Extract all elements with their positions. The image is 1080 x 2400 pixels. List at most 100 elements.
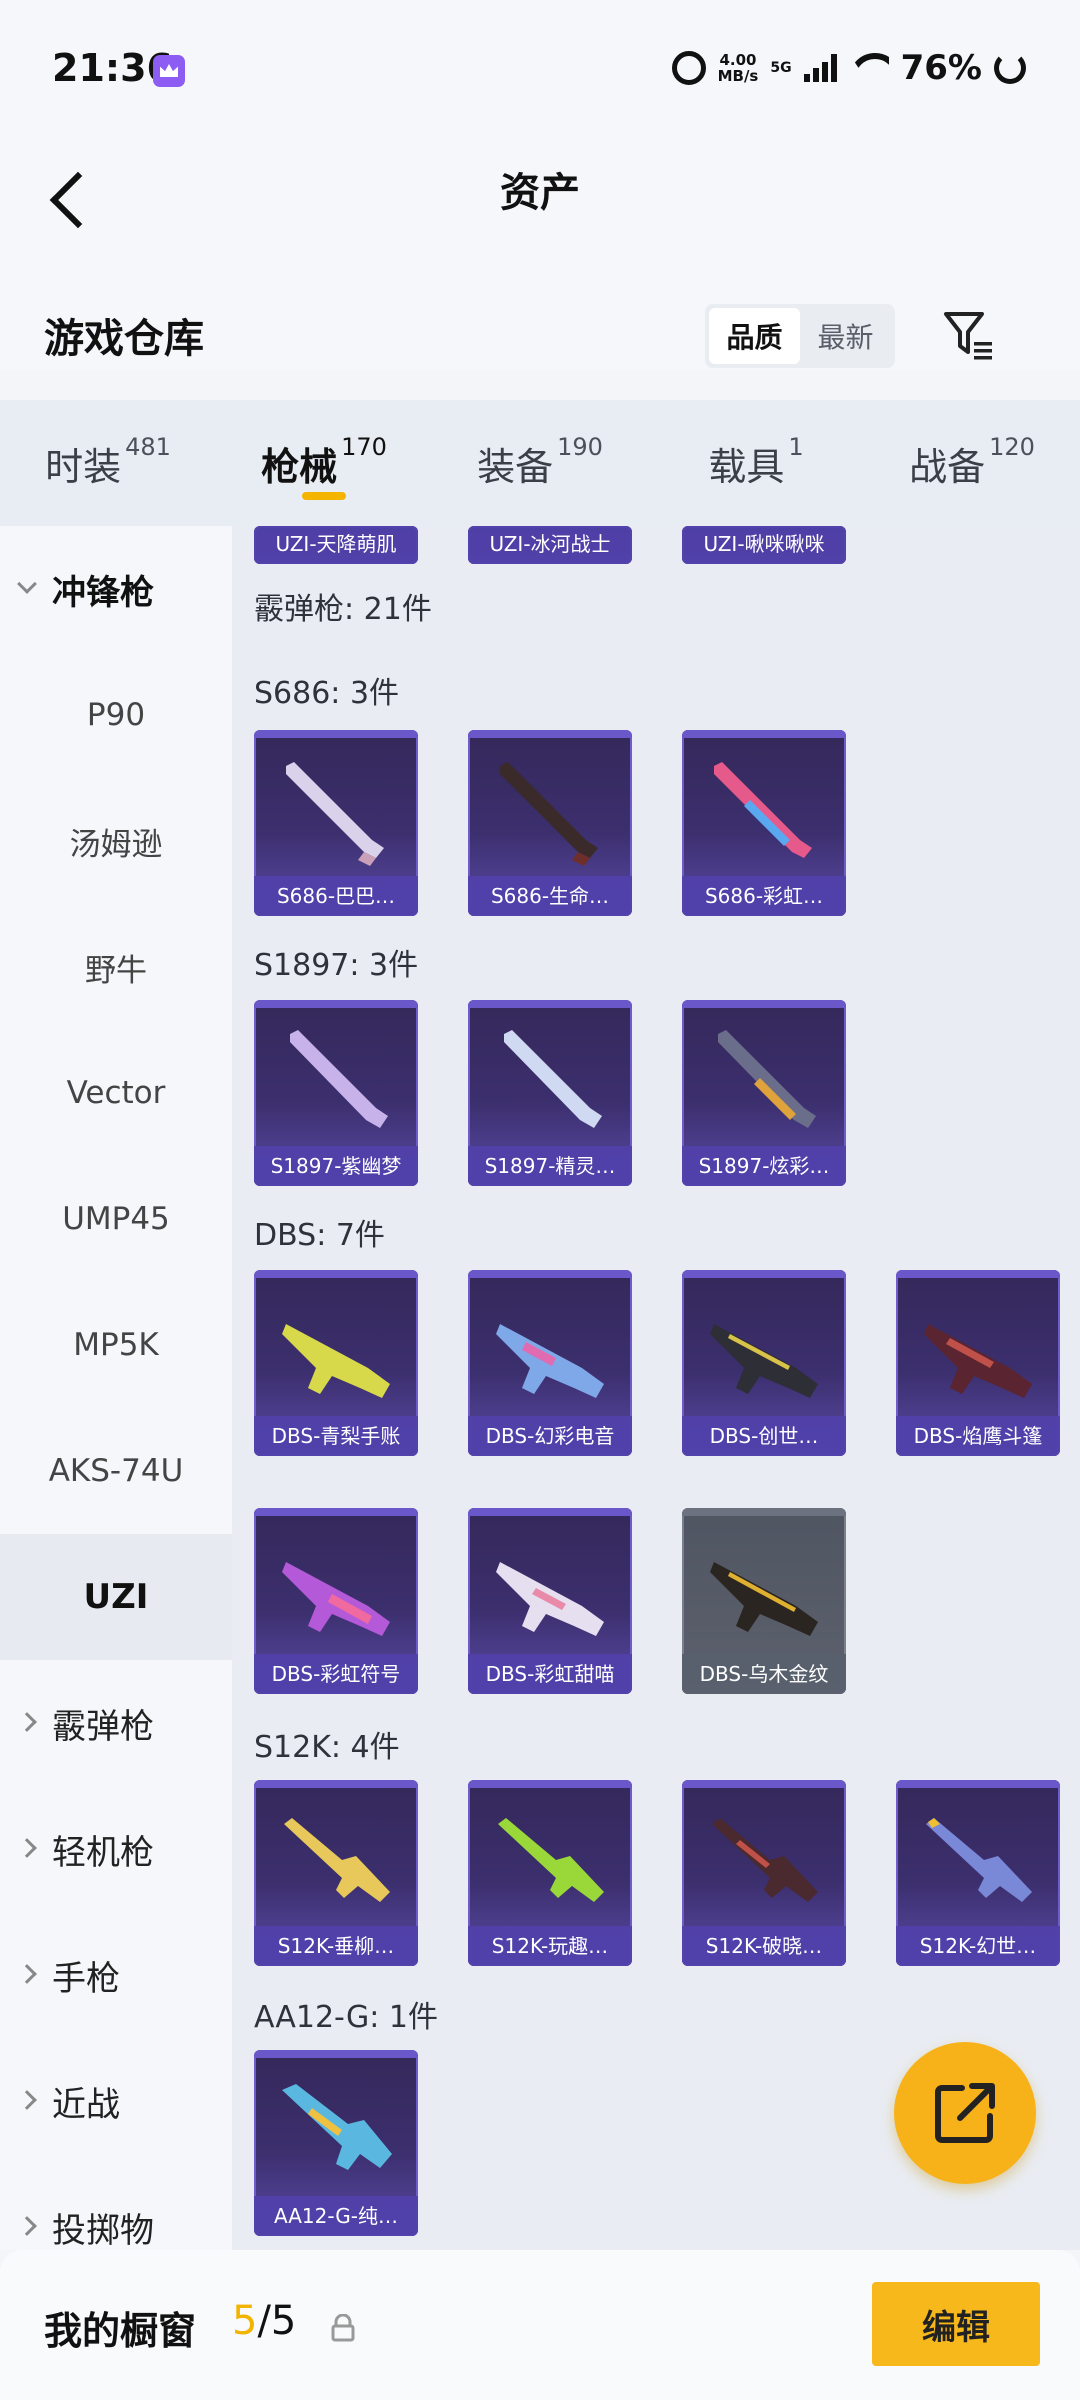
group-label: DBS: 7件: [254, 1218, 385, 1253]
group-label: S12K: 4件: [254, 1730, 400, 1765]
shotgun-icon: [282, 1562, 390, 1636]
tab-vehicles[interactable]: 载具 1: [648, 400, 864, 526]
item-card[interactable]: S1897-紫幽梦: [254, 1000, 418, 1186]
chevron-right-icon: [17, 1838, 37, 1858]
sidebar-category-smg[interactable]: 冲锋枪: [0, 526, 232, 652]
tab-count: 1: [788, 433, 804, 461]
item-card[interactable]: S686-巴巴…: [254, 730, 418, 916]
item-card[interactable]: UZI-啾咪啾咪: [682, 526, 846, 564]
category-header: 霰弹枪: 21件: [254, 592, 432, 627]
item-name: S1897-炫彩…: [682, 1146, 846, 1186]
tab-count: 190: [557, 433, 603, 461]
tab-label: 载具: [708, 444, 785, 489]
shotgun-icon: [504, 1030, 602, 1128]
item-card[interactable]: DBS-彩虹甜喵: [468, 1508, 632, 1694]
sidebar-category-label: 手枪: [52, 1958, 120, 1999]
item-name: AA12-G-纯…: [254, 2196, 418, 2236]
shotgun-icon: [714, 762, 812, 858]
chevron-down-icon: [17, 574, 37, 594]
item-name: DBS-青梨手账: [254, 1416, 418, 1456]
item-grid: UZI-天降萌肌 UZI-冰河战士 UZI-啾咪啾咪 霰弹枪: 21件 S686…: [232, 526, 1080, 2250]
sidebar-item-thompson[interactable]: 汤姆逊: [0, 778, 232, 904]
share-icon: [935, 2083, 995, 2143]
sidebar-item-p90[interactable]: P90: [0, 652, 232, 778]
share-button[interactable]: [894, 2042, 1036, 2184]
item-card[interactable]: S1897-精灵…: [468, 1000, 632, 1186]
item-card[interactable]: UZI-冰河战士: [468, 526, 632, 564]
sidebar-category-pistol[interactable]: 手枪: [0, 1912, 232, 2038]
sort-quality-button[interactable]: 品质: [709, 308, 800, 364]
filter-icon[interactable]: [942, 308, 998, 364]
sidebar-item-uzi[interactable]: UZI: [0, 1534, 232, 1660]
item-card[interactable]: S686-彩虹…: [682, 730, 846, 916]
sidebar-item-bizon[interactable]: 野牛: [0, 904, 232, 1030]
item-card[interactable]: AA12-G-纯…: [254, 2050, 418, 2236]
item-card[interactable]: UZI-天降萌肌: [254, 526, 418, 564]
tab-label: 战备: [909, 444, 986, 489]
rifle-icon: [712, 1818, 818, 1902]
item-name: DBS-乌木金纹: [682, 1654, 846, 1694]
sidebar: 冲锋枪 P90 汤姆逊 野牛 Vector UMP45 MP5K AKS-74U…: [0, 526, 232, 2250]
tab-combat-gear[interactable]: 战备 120: [864, 400, 1080, 526]
shotgun-icon: [496, 1562, 604, 1636]
tab-fashion[interactable]: 时装 481: [0, 400, 216, 526]
shotgun-icon: [286, 762, 384, 866]
sidebar-category-lmg[interactable]: 轻机枪: [0, 1786, 232, 1912]
item-card[interactable]: DBS-青梨手账: [254, 1270, 418, 1456]
tab-count: 120: [989, 433, 1035, 461]
group-label: S1897: 3件: [254, 948, 419, 983]
item-name: DBS-创世…: [682, 1416, 846, 1456]
item-card[interactable]: S12K-垂柳…: [254, 1780, 418, 1966]
tab-firearms[interactable]: 枪械 170: [216, 400, 432, 526]
sidebar-category-label: 近战: [52, 2084, 120, 2125]
alarm-icon: [671, 51, 706, 85]
item-card[interactable]: S1897-炫彩…: [682, 1000, 846, 1186]
item-card[interactable]: S12K-破晓…: [682, 1780, 846, 1966]
rifle-icon: [282, 2084, 392, 2170]
lock-icon: [331, 2314, 355, 2342]
item-card[interactable]: DBS-彩虹符号: [254, 1508, 418, 1694]
shotgun-icon: [496, 1324, 604, 1398]
tab-count: 170: [341, 433, 387, 461]
signal-icon: [803, 54, 837, 82]
crown-icon: [153, 55, 185, 87]
item-name: DBS-彩虹符号: [254, 1654, 418, 1694]
item-name: UZI-冰河战士: [468, 526, 632, 564]
item-card[interactable]: S12K-玩趣…: [468, 1780, 632, 1966]
item-card[interactable]: S12K-幻世…: [896, 1780, 1060, 1966]
sidebar-item-ump45[interactable]: UMP45: [0, 1156, 232, 1282]
sidebar-category-melee[interactable]: 近战: [0, 2038, 232, 2164]
item-name: DBS-焰鹰斗篷: [896, 1416, 1060, 1456]
item-card[interactable]: DBS-创世…: [682, 1270, 846, 1456]
item-card[interactable]: DBS-焰鹰斗篷: [896, 1270, 1060, 1456]
tab-equipment[interactable]: 装备 190: [432, 400, 648, 526]
item-card[interactable]: S686-生命…: [468, 730, 632, 916]
sort-newest-button[interactable]: 最新: [800, 308, 891, 364]
shotgun-icon: [290, 1030, 388, 1128]
chevron-right-icon: [17, 1964, 37, 1984]
item-card[interactable]: DBS-幻彩电音: [468, 1270, 632, 1456]
page-title: 资产: [500, 170, 580, 216]
sidebar-category-label: 冲锋枪: [52, 572, 154, 613]
sidebar-item-mp5k[interactable]: MP5K: [0, 1282, 232, 1408]
sidebar-category-throwables[interactable]: 投掷物: [0, 2164, 232, 2250]
item-name: S12K-破晓…: [682, 1926, 846, 1966]
item-name: S12K-玩趣…: [468, 1926, 632, 1966]
item-name: DBS-幻彩电音: [468, 1416, 632, 1456]
item-name: S1897-紫幽梦: [254, 1146, 418, 1186]
tab-count: 481: [125, 433, 171, 461]
showcase-count-total: /5: [257, 2298, 297, 2344]
net-speed-unit: MB/s: [717, 67, 759, 85]
showcase-count-current: 5: [232, 2298, 258, 2344]
sidebar-category-shotgun[interactable]: 霰弹枪: [0, 1660, 232, 1786]
tab-label: 装备: [477, 444, 554, 489]
sidebar-item-vector[interactable]: Vector: [0, 1030, 232, 1156]
sidebar-item-aks74u[interactable]: AKS-74U: [0, 1408, 232, 1534]
sidebar-category-label: 霰弹枪: [52, 1706, 154, 1747]
shotgun-icon: [924, 1324, 1032, 1398]
item-card[interactable]: DBS-乌木金纹: [682, 1508, 846, 1694]
item-name: UZI-啾咪啾咪: [682, 526, 846, 564]
shotgun-icon: [718, 1030, 816, 1128]
showcase-bar: 我的橱窗 5/5 编辑: [0, 2250, 1080, 2400]
edit-button[interactable]: 编辑: [872, 2282, 1040, 2366]
